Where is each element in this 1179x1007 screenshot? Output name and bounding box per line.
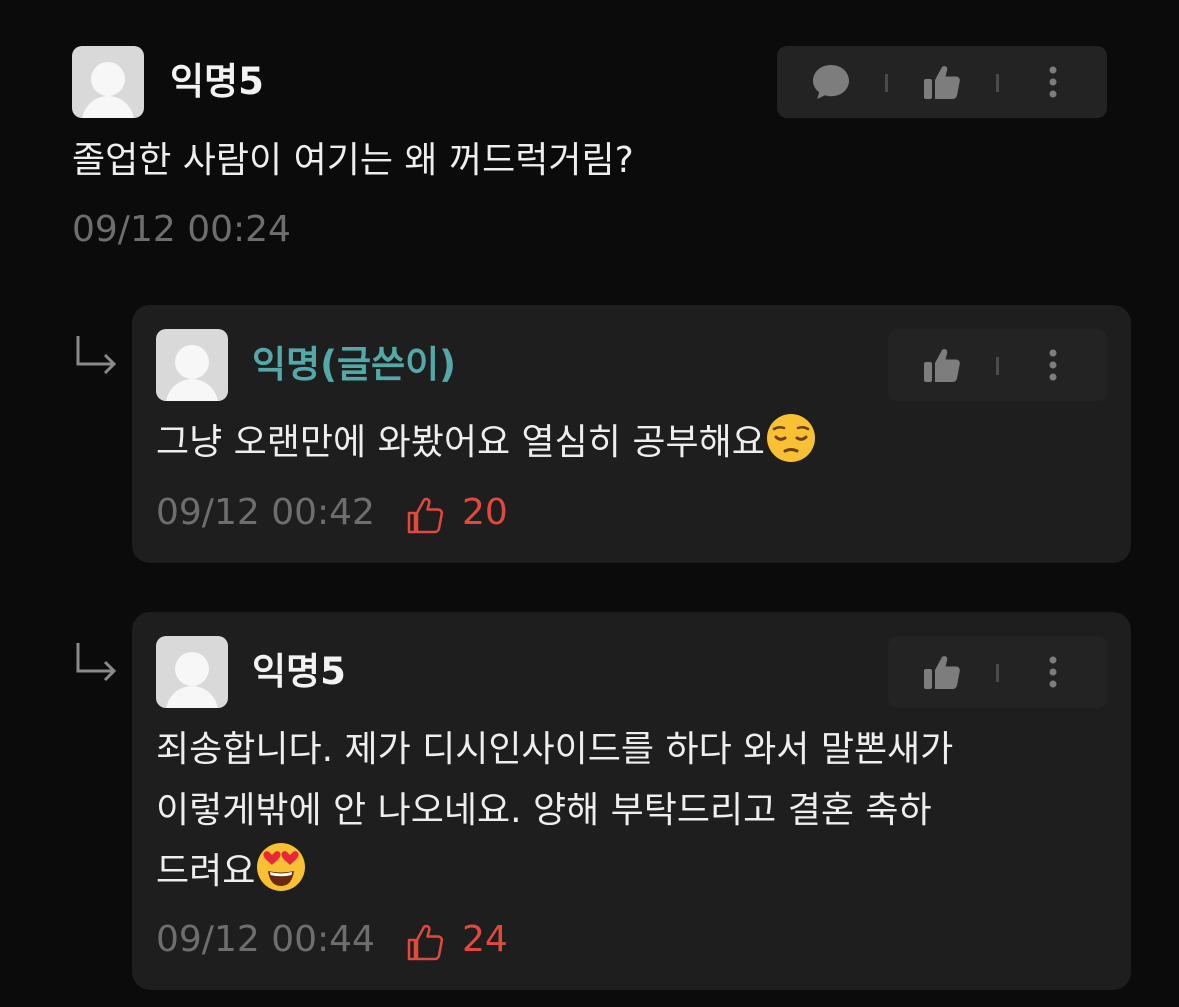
comment-author: 익명5 (170, 60, 264, 103)
heart-eyes-face-emoji-icon (257, 843, 306, 891)
reply-action-bar (888, 636, 1107, 708)
reply-text-line: 그냥 오랜만에 와봤어요 열심히 공부해요 (156, 422, 765, 463)
reply-text-line: 드려요 (156, 851, 256, 892)
comment-action-bar (777, 46, 1107, 118)
reply-card: 익명5 죄송합니다. 제가 디시인사이드를 하다 와서 말뽄새가 이렇게밖에 안… (132, 612, 1131, 990)
comment-time: 09/12 00:24 (72, 209, 291, 250)
reply-author: 익명5 (252, 650, 346, 693)
reply-time: 09/12 00:44 (156, 919, 375, 960)
comment-text: 졸업한 사람이 여기는 왜 꺼드럭거림? (72, 140, 634, 181)
reply-author: 익명(글쓴이) (252, 343, 457, 386)
reply-text-last-line: 드려요 (156, 841, 307, 902)
speech-bubble-icon[interactable] (811, 62, 851, 102)
avatar (156, 636, 228, 708)
reply-arrow-icon (76, 643, 117, 682)
more-vertical-icon[interactable] (1033, 345, 1073, 385)
reply-text: 그냥 오랜만에 와봤어요 열심히 공부해요 (156, 412, 817, 473)
action-separator (996, 74, 999, 92)
like-count: 24 (462, 919, 508, 960)
avatar (72, 46, 144, 118)
reply-arrow-icon (76, 336, 117, 375)
thumbs-up-outline-icon[interactable] (405, 922, 445, 962)
avatar (156, 329, 228, 401)
thumbs-up-outline-icon[interactable] (405, 495, 445, 535)
pensive-face-emoji-icon (766, 414, 815, 462)
action-separator (996, 357, 999, 375)
reply-text-line: 죄송합니다. 제가 디시인사이드를 하다 와서 말뽄새가 (156, 729, 954, 770)
more-vertical-icon[interactable] (1033, 62, 1073, 102)
action-separator (996, 664, 999, 682)
reply-text-line: 이렇게밖에 안 나오네요. 양해 부탁드리고 결혼 축하 (156, 790, 932, 831)
thumbs-up-icon[interactable] (922, 652, 962, 692)
thumbs-up-icon[interactable] (922, 345, 962, 385)
action-separator (885, 74, 888, 92)
thumbs-up-icon[interactable] (922, 62, 962, 102)
reply-action-bar (888, 329, 1107, 401)
reply-card: 익명(글쓴이) 그냥 오랜만에 와봤어요 열심히 공부해요 09/12 00:4… (132, 305, 1131, 563)
like-count: 20 (462, 492, 508, 533)
more-vertical-icon[interactable] (1033, 652, 1073, 692)
reply-time: 09/12 00:42 (156, 492, 375, 533)
